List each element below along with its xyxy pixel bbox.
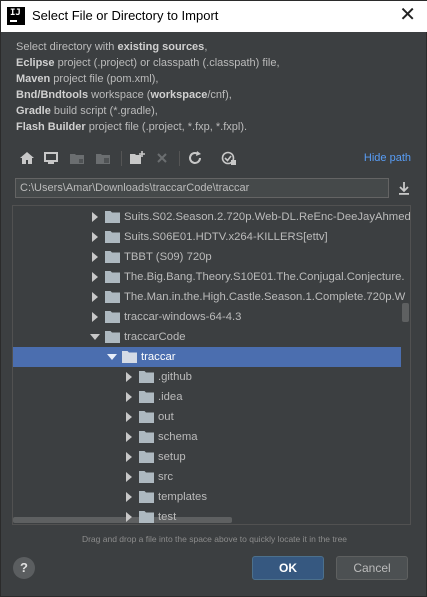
folder-icon bbox=[105, 290, 120, 303]
tree-row-label: templates bbox=[158, 491, 207, 503]
folder-icon bbox=[122, 350, 137, 363]
tree-row-label: schema bbox=[158, 431, 198, 443]
toolbar-separator bbox=[121, 151, 122, 166]
folder-icon bbox=[139, 470, 154, 483]
drag-drop-hint: Drag and drop a file into the space abov… bbox=[81, 534, 348, 544]
home-icon[interactable] bbox=[19, 150, 35, 166]
description-line: Bnd/Bndtools workspace (workspace/cnf), bbox=[16, 89, 232, 101]
tree-row-label: Suits.S06E01.HDTV.x264-KILLERS[ettv] bbox=[124, 231, 328, 243]
intellij-app-icon: IJ bbox=[7, 7, 25, 25]
collapsed-arrow-icon[interactable] bbox=[123, 467, 135, 487]
tree-row[interactable]: .github bbox=[13, 367, 401, 387]
tree-row-label: traccar bbox=[141, 351, 176, 363]
collapsed-arrow-icon[interactable] bbox=[89, 207, 101, 227]
file-chooser-toolbar: Hide path bbox=[13, 148, 413, 170]
tree-row-label: traccar-windows-64-4.3 bbox=[124, 311, 242, 323]
tree-row[interactable]: schema bbox=[13, 427, 401, 447]
folder-icon bbox=[105, 210, 120, 223]
download-arrow-icon[interactable] bbox=[396, 180, 412, 196]
tree-row[interactable]: The.Man.in.the.High.Castle.Season.1.Comp… bbox=[13, 287, 405, 307]
tree-row[interactable]: traccar-windows-64-4.3 bbox=[13, 307, 401, 327]
tree-row[interactable]: test bbox=[13, 507, 401, 524]
tree-row[interactable]: .idea bbox=[13, 387, 401, 407]
folder-icon bbox=[139, 390, 154, 403]
tree-row[interactable]: out bbox=[13, 407, 401, 427]
collapsed-arrow-icon[interactable] bbox=[123, 427, 135, 447]
collapsed-arrow-icon[interactable] bbox=[123, 387, 135, 407]
title-bar: IJ Select File or Directory to Import ✕ bbox=[1, 1, 427, 32]
collapsed-arrow-icon[interactable] bbox=[123, 487, 135, 507]
folder-icon bbox=[139, 430, 154, 443]
refresh-icon[interactable] bbox=[187, 150, 203, 166]
help-button[interactable]: ? bbox=[13, 557, 35, 579]
desktop-icon[interactable] bbox=[43, 150, 59, 166]
tree-row[interactable]: Suits.S02.Season.2.720p.Web-DL.ReEnc-Dee… bbox=[13, 207, 410, 227]
folder-icon bbox=[139, 510, 154, 523]
delete-icon[interactable] bbox=[154, 150, 170, 166]
module-folder-icon[interactable] bbox=[95, 150, 111, 166]
collapsed-arrow-icon[interactable] bbox=[123, 447, 135, 467]
path-input[interactable]: C:\Users\Amar\Downloads\traccarCode\trac… bbox=[15, 178, 389, 198]
tree-row-label: Suits.S02.Season.2.720p.Web-DL.ReEnc-Dee… bbox=[124, 211, 411, 223]
collapsed-arrow-icon[interactable] bbox=[89, 227, 101, 247]
description-line: Flash Builder project file (.project, *.… bbox=[16, 121, 248, 133]
collapsed-arrow-icon[interactable] bbox=[123, 367, 135, 387]
show-hidden-icon[interactable] bbox=[221, 150, 237, 166]
collapsed-arrow-icon[interactable] bbox=[89, 287, 101, 307]
expanded-arrow-icon[interactable] bbox=[89, 327, 101, 347]
ok-button[interactable]: OK bbox=[252, 556, 324, 580]
folder-icon bbox=[105, 230, 120, 243]
close-icon[interactable]: ✕ bbox=[399, 4, 416, 26]
tree-row-label: out bbox=[158, 411, 174, 423]
collapsed-arrow-icon[interactable] bbox=[123, 407, 135, 427]
tree-row-label: The.Big.Bang.Theory.S10E01.The.Conjugal.… bbox=[124, 271, 405, 283]
collapsed-arrow-icon[interactable] bbox=[123, 507, 135, 524]
directory-tree[interactable]: Suits.S02.Season.2.720p.Web-DL.ReEnc-Dee… bbox=[12, 205, 411, 525]
folder-icon bbox=[139, 490, 154, 503]
tree-row[interactable]: setup bbox=[13, 447, 401, 467]
tree-row[interactable]: TBBT (S09) 720p bbox=[13, 247, 401, 267]
tree-row-label: The.Man.in.the.High.Castle.Season.1.Comp… bbox=[124, 291, 406, 303]
description-text: Select directory with existing sources, … bbox=[16, 39, 416, 135]
toolbar-separator bbox=[179, 151, 180, 166]
import-dialog: IJ Select File or Directory to Import ✕ … bbox=[0, 0, 427, 597]
new-folder-icon[interactable] bbox=[129, 150, 145, 166]
description-line: Eclipse project (.project) or classpath … bbox=[16, 57, 280, 69]
folder-icon bbox=[105, 330, 120, 343]
tree-row[interactable]: templates bbox=[13, 487, 401, 507]
folder-icon bbox=[105, 270, 120, 283]
tree-row[interactable]: traccarCode bbox=[13, 327, 401, 347]
folder-icon bbox=[139, 450, 154, 463]
tree-row-label: traccarCode bbox=[124, 331, 186, 343]
tree-row-label: setup bbox=[158, 451, 186, 463]
tree-row[interactable]: Suits.S06E01.HDTV.x264-KILLERS[ettv] bbox=[13, 227, 401, 247]
tree-row-label: test bbox=[158, 511, 177, 523]
collapsed-arrow-icon[interactable] bbox=[89, 267, 101, 287]
project-folder-icon[interactable] bbox=[69, 150, 85, 166]
tree-row-label: src bbox=[158, 471, 174, 483]
folder-icon bbox=[105, 310, 120, 323]
tree-row-label: TBBT (S09) 720p bbox=[124, 251, 212, 263]
tree-row-label: .idea bbox=[158, 391, 183, 403]
tree-row[interactable]: src bbox=[13, 467, 401, 487]
hide-path-link[interactable]: Hide path bbox=[364, 152, 411, 164]
folder-icon bbox=[105, 250, 120, 263]
tree-row[interactable]: The.Big.Bang.Theory.S10E01.The.Conjugal.… bbox=[13, 267, 405, 287]
collapsed-arrow-icon[interactable] bbox=[89, 307, 101, 327]
tree-row-label: .github bbox=[158, 371, 192, 383]
expanded-arrow-icon[interactable] bbox=[106, 347, 118, 367]
folder-icon bbox=[139, 410, 154, 423]
description-line: Gradle build script (*.gradle), bbox=[16, 105, 158, 117]
dialog-title: Select File or Directory to Import bbox=[32, 8, 219, 23]
description-line: Select directory with existing sources, bbox=[16, 41, 208, 53]
description-line: Maven project file (pom.xml), bbox=[16, 73, 159, 85]
folder-icon bbox=[139, 370, 154, 383]
collapsed-arrow-icon[interactable] bbox=[89, 247, 101, 267]
tree-row[interactable]: traccar bbox=[13, 347, 401, 367]
cancel-button[interactable]: Cancel bbox=[336, 556, 408, 580]
